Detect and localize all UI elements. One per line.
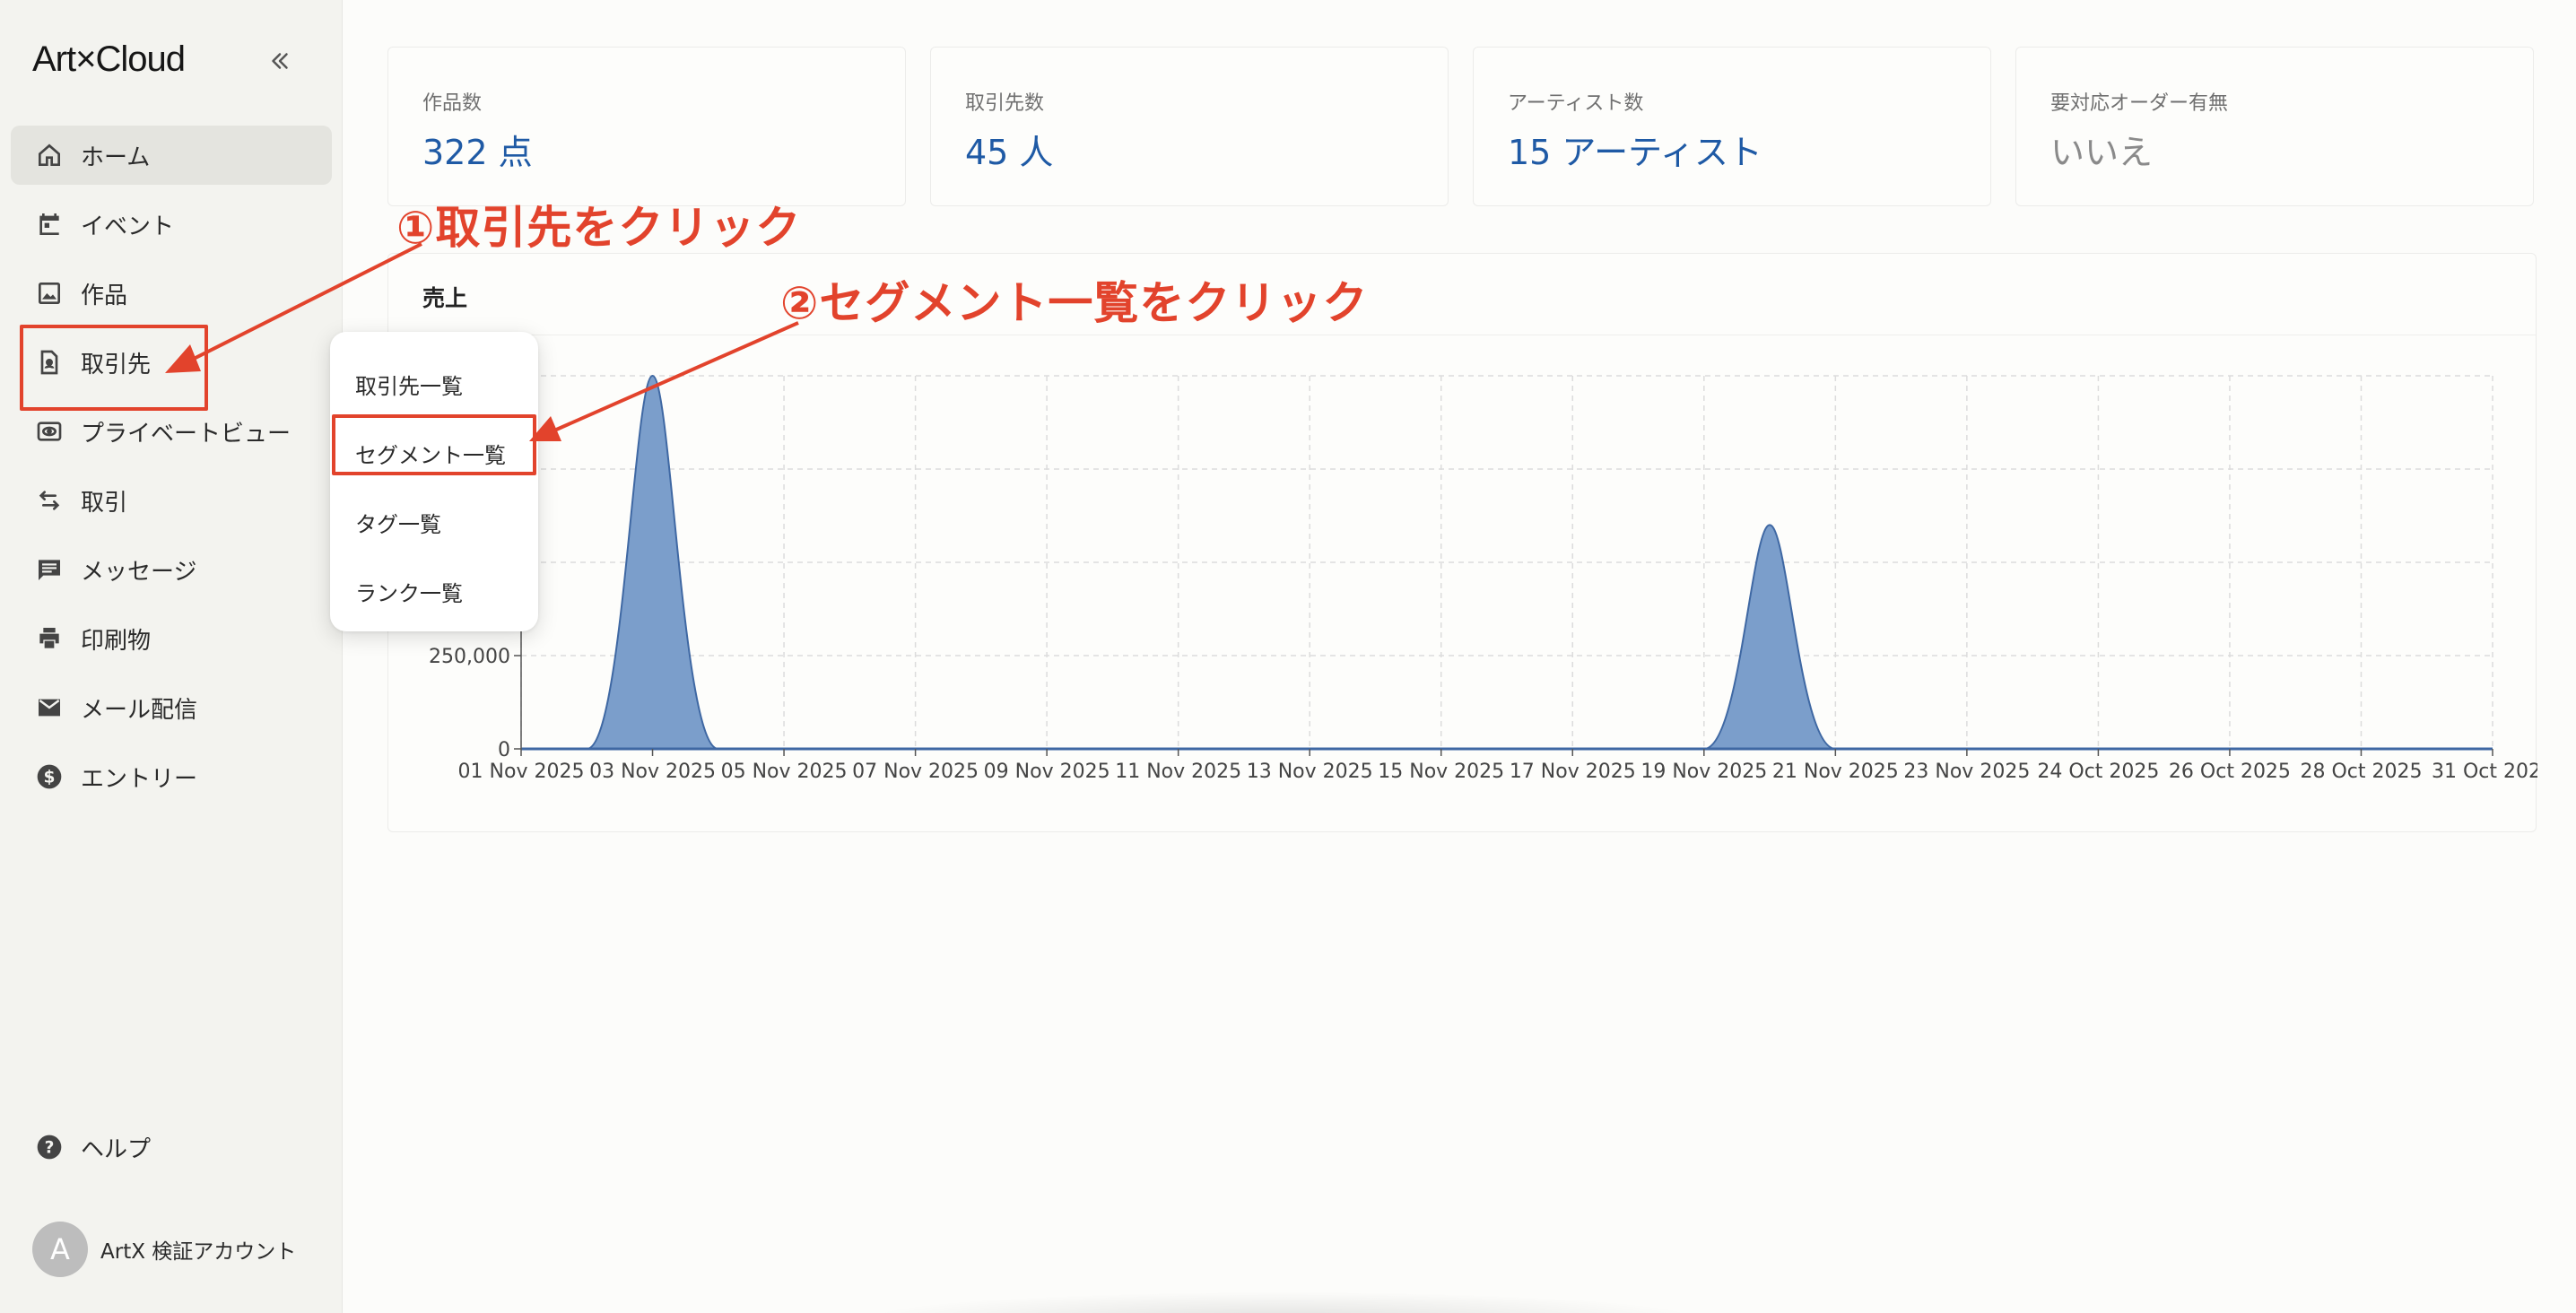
- sidebar-item-artworks[interactable]: 作品: [11, 264, 332, 323]
- sidebar-item-clients[interactable]: 取引先: [11, 333, 332, 392]
- x-tick-label: 24 Oct 2025: [2037, 761, 2159, 783]
- sidebar-nav: ホーム イベント 作品 取引先 プライベートビュー 取引 メッセージ 印刷物 メ…: [11, 126, 332, 816]
- sidebar-item-label: 取引: [81, 489, 128, 517]
- x-tick-label: 31 Oct 2025: [2432, 761, 2537, 783]
- submenu-item-tag-list[interactable]: タグ一覧: [330, 488, 538, 557]
- sidebar-item-label: ホーム: [81, 143, 151, 171]
- stat-card-artists: アーティスト数 15 アーティスト: [1473, 47, 1991, 206]
- sidebar-item-label: イベント: [81, 213, 175, 240]
- clients-submenu: 取引先一覧 セグメント一覧 タグ一覧 ランク一覧: [330, 332, 538, 631]
- x-tick-label: 13 Nov 2025: [1247, 761, 1373, 783]
- sidebar-item-label: プライベートビュー: [81, 420, 292, 448]
- sidebar-item-private-view[interactable]: プライベートビュー: [11, 402, 332, 461]
- stat-label: 取引先数: [965, 92, 1045, 115]
- y-tick-label: 0: [498, 739, 510, 761]
- sales-panel: 売上 01 Nov 2025 03 Nov 2025 05 Nov 2025 07 N…: [387, 253, 2537, 832]
- sidebar-item-transactions[interactable]: 取引: [11, 471, 332, 530]
- stat-card-clients: 取引先数 45 人: [930, 47, 1449, 206]
- swap-icon: [34, 485, 65, 516]
- app-logo[interactable]: Art×Cloud: [32, 39, 186, 80]
- calendar-icon: [34, 209, 65, 239]
- eye-icon: [34, 416, 65, 447]
- stat-label: 要対応オーダー有無: [2050, 92, 2229, 115]
- sidebar-item-mail-delivery[interactable]: メール配信: [11, 678, 332, 737]
- sales-chart: 01 Nov 2025 03 Nov 2025 05 Nov 2025 07 Nov …: [429, 370, 2537, 783]
- account-menu[interactable]: A ArtX 検証アカウント: [32, 1222, 296, 1277]
- sidebar-item-label: メッセージ: [81, 558, 197, 586]
- x-tick-label: 28 Oct 2025: [2300, 761, 2422, 783]
- sidebar: Art×Cloud ホーム イベント 作品 取引先 プライベートビュー 取引 メ…: [0, 0, 343, 1313]
- collapse-sidebar-button[interactable]: [262, 43, 298, 79]
- avatar: A: [32, 1222, 88, 1277]
- message-icon: [34, 554, 65, 585]
- stat-label: 作品数: [422, 92, 483, 115]
- stat-value: いいえ: [2050, 133, 2154, 172]
- stat-value: 15 アーティスト: [1508, 133, 1762, 172]
- home-icon: [34, 140, 65, 170]
- sidebar-item-events[interactable]: イベント: [11, 195, 332, 254]
- stat-value: 45 人: [965, 133, 1054, 172]
- sidebar-item-label: 作品: [81, 282, 128, 309]
- printer-icon: [34, 623, 65, 654]
- stat-card-artworks: 作品数 322 点: [387, 47, 906, 206]
- sidebar-item-label: エントリー: [81, 765, 198, 793]
- x-tick-label: 01 Nov 2025: [458, 761, 585, 783]
- y-tick-label: 250,000: [429, 646, 510, 668]
- svg-text:?: ?: [45, 1139, 55, 1158]
- account-name: ArtX 検証アカウント: [100, 1240, 297, 1264]
- bottom-shadow: [861, 1291, 1704, 1313]
- x-tick-label: 17 Nov 2025: [1510, 761, 1636, 783]
- dollar-icon: $: [34, 761, 65, 792]
- contact-icon: [34, 347, 65, 378]
- image-icon: [34, 278, 65, 309]
- x-tick-label: 15 Nov 2025: [1378, 761, 1504, 783]
- x-tick-label: 21 Nov 2025: [1772, 761, 1899, 783]
- sidebar-item-home[interactable]: ホーム: [11, 126, 332, 185]
- x-tick-label: 09 Nov 2025: [984, 761, 1110, 783]
- submenu-item-rank-list[interactable]: ランク一覧: [330, 557, 538, 626]
- x-tick-label: 26 Oct 2025: [2169, 761, 2291, 783]
- x-tick-label: 11 Nov 2025: [1115, 761, 1241, 783]
- help-icon: ?: [34, 1132, 65, 1162]
- x-tick-label: 19 Nov 2025: [1640, 761, 1767, 783]
- chart-area-peak: [1703, 524, 1836, 750]
- sidebar-item-label: 取引先: [81, 351, 152, 378]
- sidebar-item-messages[interactable]: メッセージ: [11, 540, 332, 599]
- submenu-item-segment-list[interactable]: セグメント一覧: [330, 419, 538, 488]
- annotation-step-2: ②セグメント一覧をクリック: [780, 277, 1369, 329]
- stat-card-pending-orders: 要対応オーダー有無 いいえ: [2015, 47, 2534, 206]
- x-tick-label: 07 Nov 2025: [852, 761, 979, 783]
- stat-value: 322 点: [422, 133, 533, 172]
- sidebar-item-label: 印刷物: [81, 627, 152, 655]
- submenu-item-client-list[interactable]: 取引先一覧: [330, 350, 538, 419]
- sidebar-item-help[interactable]: ? ヘルプ: [11, 1117, 332, 1177]
- stat-label: アーティスト数: [1508, 92, 1644, 115]
- chart-area-peak: [586, 374, 719, 750]
- x-tick-label: 03 Nov 2025: [589, 761, 716, 783]
- sidebar-item-label: メール配信: [81, 696, 198, 724]
- x-tick-label: 05 Nov 2025: [721, 761, 848, 783]
- mail-icon: [34, 692, 65, 723]
- help-label: ヘルプ: [81, 1135, 152, 1163]
- svg-text:$: $: [44, 769, 56, 787]
- annotation-step-1: ①取引先をクリック: [396, 202, 802, 254]
- double-chevron-left-icon: [272, 53, 288, 69]
- sidebar-item-entry[interactable]: $ エントリー: [11, 747, 332, 806]
- sidebar-item-printed-matter[interactable]: 印刷物: [11, 609, 332, 668]
- x-tick-label: 23 Nov 2025: [1903, 761, 2030, 783]
